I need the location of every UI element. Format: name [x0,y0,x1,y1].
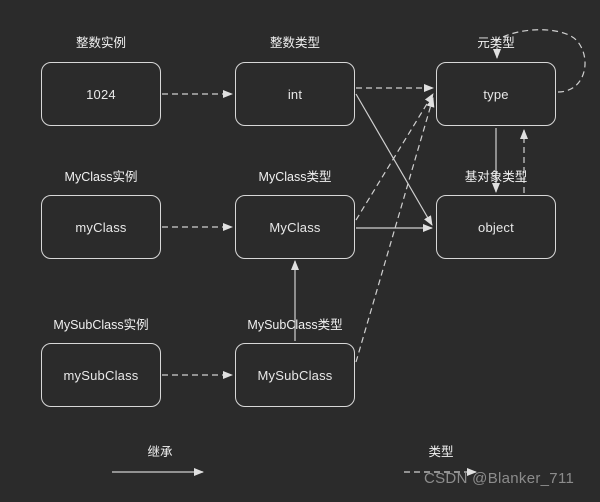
caption-mysubclass-type: MySubClass类型 [247,318,343,332]
watermark: CSDN @Blanker_711 [424,470,575,487]
node-label-myclass-type: MyClass [269,219,321,235]
node-int-instance[interactable]: 1024 [41,62,161,126]
legend-label-type: 类型 [428,445,454,459]
caption-int-type: 整数类型 [269,36,321,50]
caption-myclass-type: MyClass类型 [258,170,332,184]
legend-label-inheritance: 继承 [147,445,173,459]
node-label-int-instance: 1024 [86,86,116,102]
node-label-int-type: int [287,86,303,102]
node-int-type[interactable]: int [235,62,355,126]
node-label-myclass-instance: myClass [75,219,127,235]
node-object-type[interactable]: object [436,195,556,259]
node-type-meta[interactable]: type [436,62,556,126]
caption-mysubclass-instance: MySubClass实例 [53,318,149,332]
caption-type-meta: 元类型 [477,36,515,50]
node-myclass-instance[interactable]: myClass [41,195,161,259]
node-label-mysubclass-type: MySubClass [257,367,333,383]
caption-myclass-instance: MyClass实例 [64,170,138,184]
caption-int-instance: 整数实例 [75,36,127,50]
node-mysubclass-type[interactable]: MySubClass [235,343,355,407]
caption-object-type: 基对象类型 [464,170,528,184]
node-myclass-type[interactable]: MyClass [235,195,355,259]
node-label-object-type: object [478,219,514,235]
edge-mysubclass-type-to-type [355,97,435,363]
node-label-type-meta: type [483,86,509,102]
node-label-mysubclass-instance: mySubClass [63,367,139,383]
node-mysubclass-instance[interactable]: mySubClass [41,343,161,407]
diagram-canvas: 1024 int type myClass MyClass object myS… [0,0,600,502]
